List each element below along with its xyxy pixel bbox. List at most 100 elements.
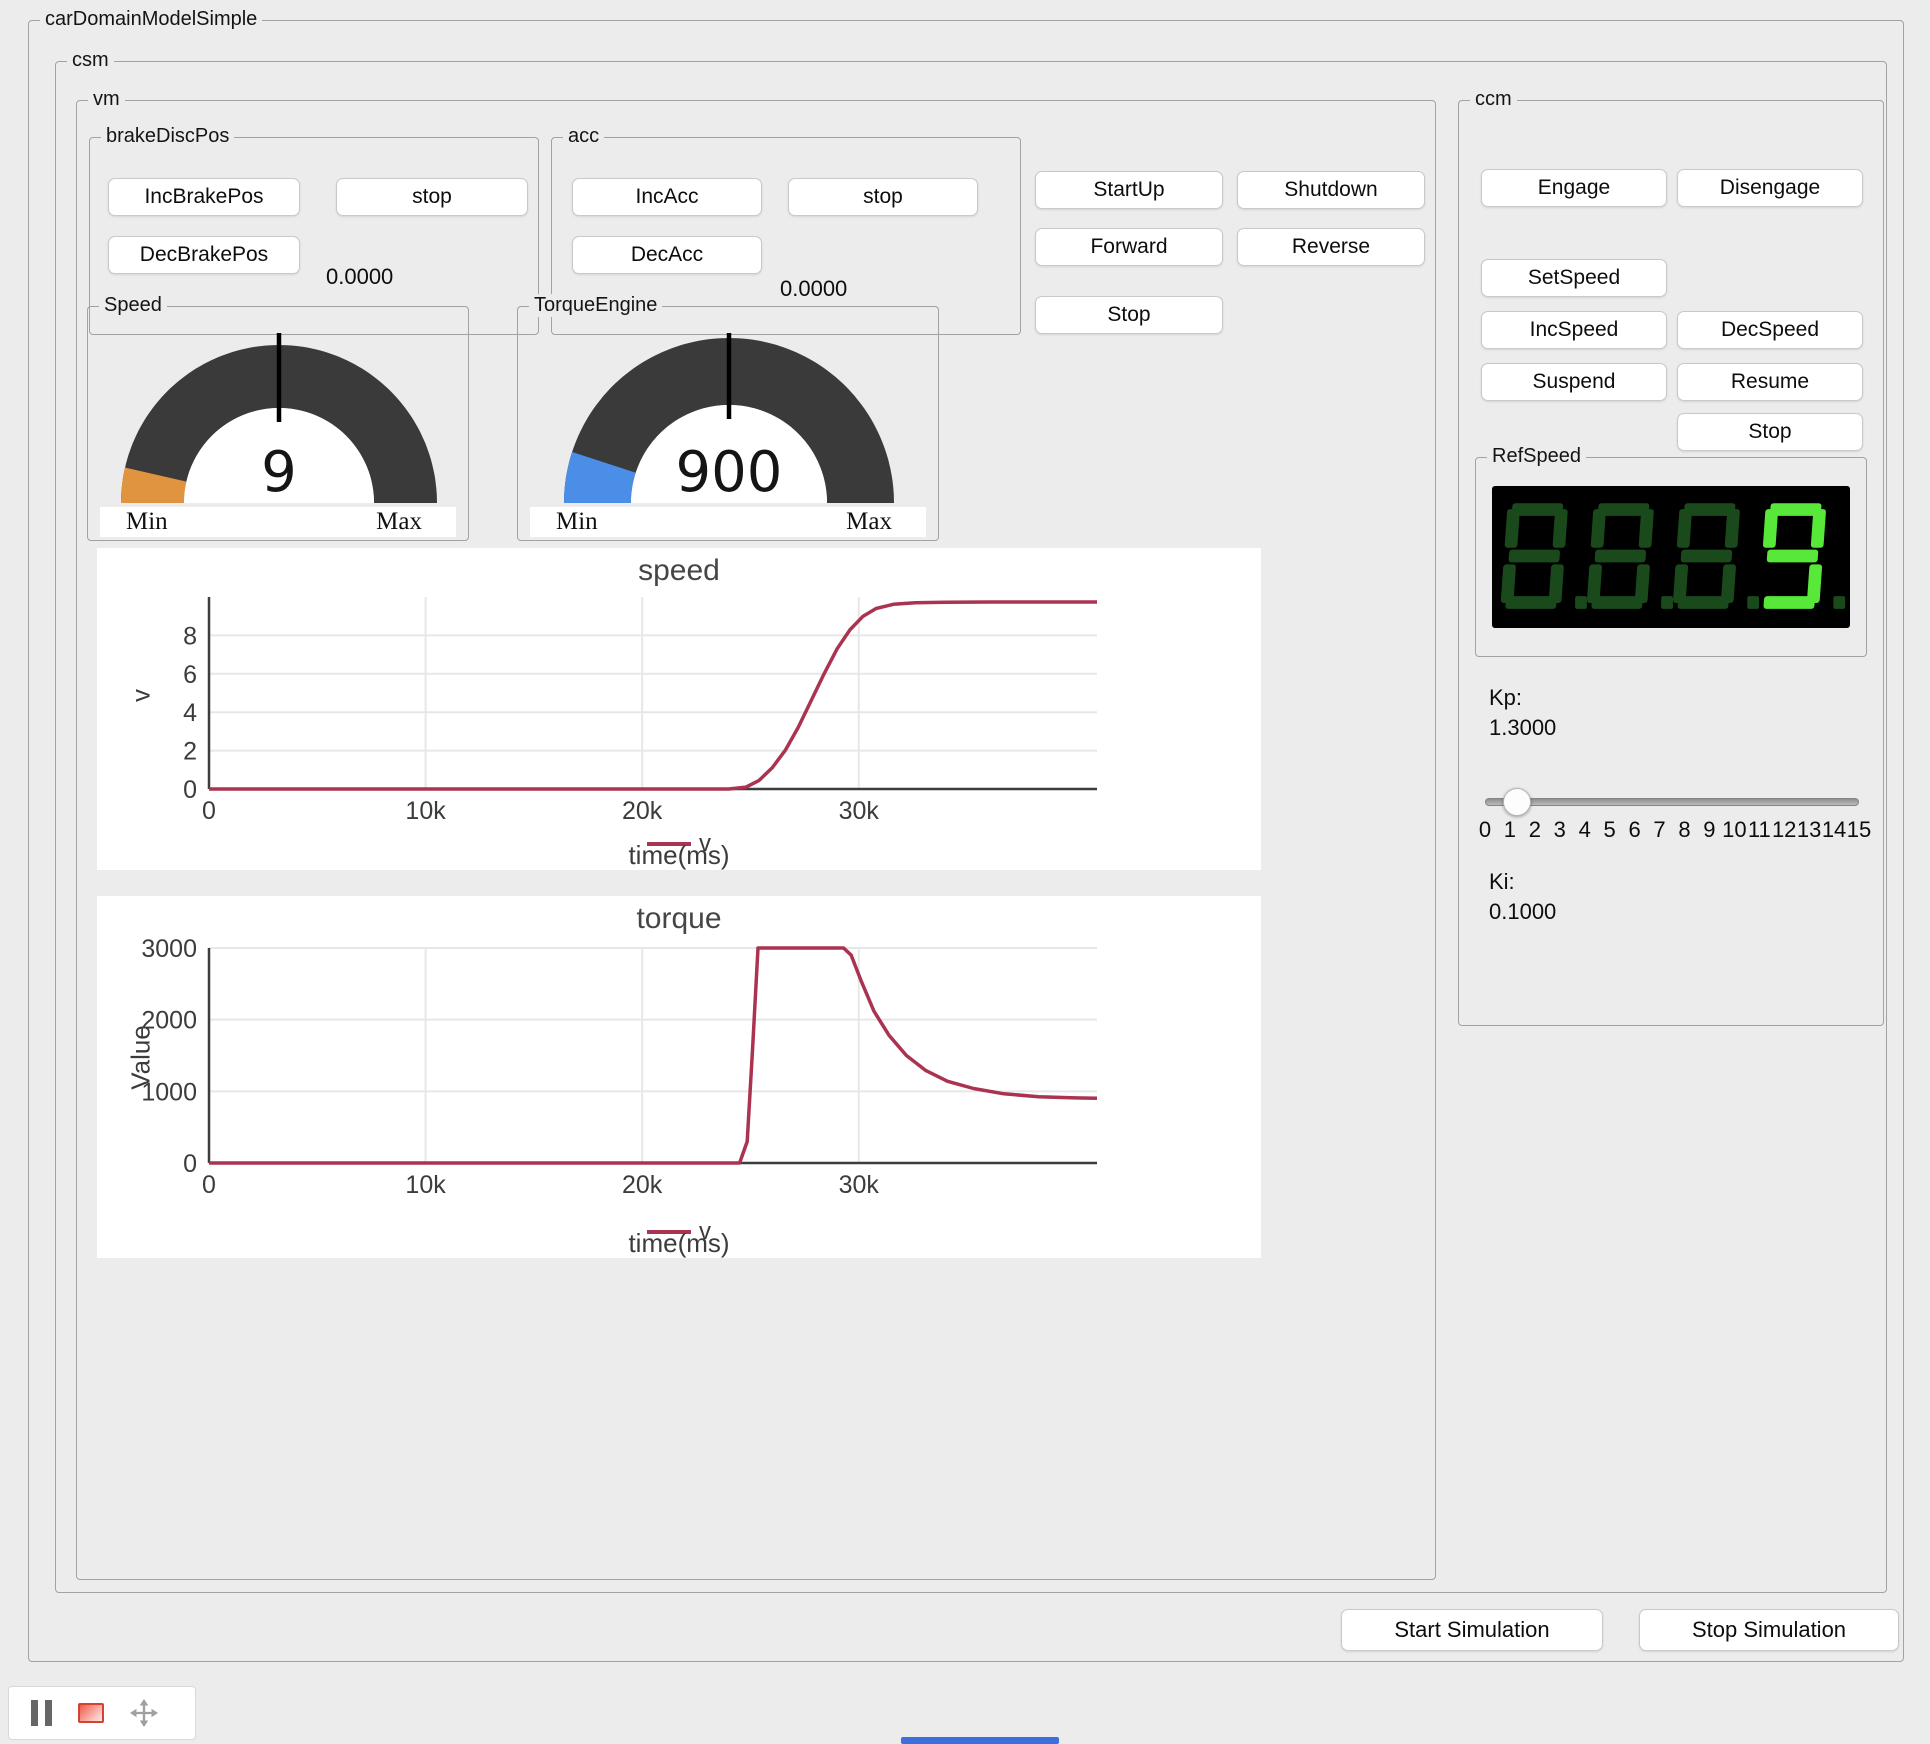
slider-tick-label: 12 bbox=[1772, 817, 1796, 843]
svg-text:900: 900 bbox=[676, 440, 783, 505]
refspeed-seven-segment bbox=[1492, 486, 1850, 628]
svg-text:0: 0 bbox=[183, 1150, 197, 1178]
svg-text:9: 9 bbox=[261, 440, 297, 505]
incspeed-button[interactable]: IncSpeed bbox=[1481, 311, 1667, 349]
bottom-toolbar bbox=[8, 1686, 196, 1740]
group-car-domain-model-simple: carDomainModelSimple csm vm brakeDiscPos… bbox=[28, 20, 1904, 1662]
torque-gauge-label: TorqueEngine bbox=[529, 294, 662, 317]
kp-slider-ticks: 0123456789101112131415 bbox=[1485, 817, 1859, 843]
record-icon[interactable] bbox=[78, 1703, 104, 1723]
torque-gauge-min-label: Min bbox=[556, 508, 598, 536]
svg-text:2000: 2000 bbox=[141, 1007, 197, 1035]
svg-text:8: 8 bbox=[183, 622, 197, 650]
ki-label: Ki: bbox=[1489, 869, 1515, 895]
speed-gauge-dial: 9 bbox=[88, 333, 470, 505]
slider-tick-label: 11 bbox=[1748, 817, 1771, 843]
svg-text:20k: 20k bbox=[622, 1171, 663, 1199]
svg-text:6: 6 bbox=[183, 661, 197, 689]
slider-tick-label: 1 bbox=[1504, 817, 1516, 843]
pause-icon[interactable] bbox=[31, 1700, 52, 1726]
svg-text:10k: 10k bbox=[405, 1171, 446, 1199]
group-torque-gauge: TorqueEngine 900 Min Max bbox=[517, 306, 939, 541]
slider-tick-label: 4 bbox=[1579, 817, 1591, 843]
reverse-button[interactable]: Reverse bbox=[1237, 228, 1425, 266]
dec-brake-pos-button[interactable]: DecBrakePos bbox=[108, 236, 300, 274]
group-speed-gauge: Speed 9 Min Max bbox=[87, 306, 469, 541]
ki-value: 0.1000 bbox=[1489, 899, 1556, 925]
svg-text:0: 0 bbox=[183, 776, 197, 804]
kp-value: 1.3000 bbox=[1489, 715, 1556, 741]
vm-stop-button[interactable]: Stop bbox=[1035, 296, 1223, 334]
acc-value: 0.0000 bbox=[780, 276, 847, 302]
svg-text:3000: 3000 bbox=[141, 935, 197, 963]
slider-tick-label: 0 bbox=[1479, 817, 1491, 843]
vm-label: vm bbox=[88, 88, 125, 111]
group-ccm: ccm Engage Disengage SetSpeed IncSpeed D… bbox=[1458, 100, 1884, 1026]
torque-chart-panel: torque Value 0100020003000010k20k30k v t… bbox=[97, 896, 1261, 1258]
brake-pos-value: 0.0000 bbox=[326, 264, 393, 290]
inc-acc-button[interactable]: IncAcc bbox=[572, 178, 762, 216]
speed-gauge-label: Speed bbox=[99, 294, 167, 317]
acc-label: acc bbox=[563, 125, 604, 148]
slider-tick-label: 13 bbox=[1797, 817, 1821, 843]
start-simulation-button[interactable]: Start Simulation bbox=[1341, 1609, 1603, 1651]
disengage-button[interactable]: Disengage bbox=[1677, 169, 1863, 207]
slider-tick-label: 10 bbox=[1722, 817, 1746, 843]
speed-gauge-scale-strip: Min Max bbox=[100, 507, 456, 537]
svg-text:10k: 10k bbox=[405, 797, 446, 825]
kp-slider[interactable] bbox=[1485, 787, 1859, 817]
brake-label: brakeDiscPos bbox=[101, 125, 234, 148]
slider-tick-label: 3 bbox=[1554, 817, 1566, 843]
window-title: carDomainModelSimple bbox=[40, 8, 262, 31]
group-vm: vm brakeDiscPos IncBrakePos stop DecBrak… bbox=[76, 100, 1436, 1580]
svg-text:30k: 30k bbox=[839, 797, 880, 825]
suspend-button[interactable]: Suspend bbox=[1481, 363, 1667, 401]
slider-tick-label: 2 bbox=[1529, 817, 1541, 843]
slider-tick-label: 14 bbox=[1822, 817, 1846, 843]
startup-button[interactable]: StartUp bbox=[1035, 171, 1223, 209]
speed-chart-xlabel: time(ms) bbox=[97, 840, 1261, 871]
stop-simulation-button[interactable]: Stop Simulation bbox=[1639, 1609, 1899, 1651]
engage-button[interactable]: Engage bbox=[1481, 169, 1667, 207]
svg-text:4: 4 bbox=[183, 699, 197, 727]
inc-brake-pos-button[interactable]: IncBrakePos bbox=[108, 178, 300, 216]
torque-chart-plot: 0 1000 2000 3000 0 10k 20k 30k bbox=[97, 896, 1261, 1199]
ccm-stop-button[interactable]: Stop bbox=[1677, 413, 1863, 451]
dec-acc-button[interactable]: DecAcc bbox=[572, 236, 762, 274]
move-icon[interactable] bbox=[130, 1699, 158, 1727]
torque-gauge-max-label: Max bbox=[846, 508, 892, 536]
kp-slider-groove[interactable] bbox=[1485, 798, 1859, 806]
torque-gauge-dial: 900 bbox=[518, 333, 940, 505]
group-csm: csm vm brakeDiscPos IncBrakePos stop Dec… bbox=[55, 61, 1887, 1593]
refspeed-label: RefSpeed bbox=[1487, 445, 1586, 468]
group-refspeed: RefSpeed bbox=[1475, 457, 1867, 657]
kp-slider-handle[interactable] bbox=[1503, 788, 1531, 816]
slider-tick-label: 8 bbox=[1678, 817, 1690, 843]
torque-chart-xlabel: time(ms) bbox=[97, 1228, 1261, 1259]
torque-gauge-scale-strip: Min Max bbox=[530, 507, 926, 537]
svg-text:0: 0 bbox=[202, 797, 216, 825]
svg-text:0: 0 bbox=[202, 1171, 216, 1199]
csm-label: csm bbox=[67, 49, 114, 72]
speed-gauge-min-label: Min bbox=[126, 508, 168, 536]
brake-stop-button[interactable]: stop bbox=[336, 178, 528, 216]
svg-text:2: 2 bbox=[183, 738, 197, 766]
slider-tick-label: 15 bbox=[1847, 817, 1871, 843]
acc-stop-button[interactable]: stop bbox=[788, 178, 978, 216]
speed-gauge-max-label: Max bbox=[376, 508, 422, 536]
slider-tick-label: 6 bbox=[1628, 817, 1640, 843]
setspeed-button[interactable]: SetSpeed bbox=[1481, 259, 1667, 297]
slider-tick-label: 5 bbox=[1604, 817, 1616, 843]
dock-accent bbox=[901, 1737, 1059, 1744]
svg-text:30k: 30k bbox=[839, 1171, 880, 1199]
slider-tick-label: 9 bbox=[1703, 817, 1715, 843]
speed-chart-plot: 0 2 4 6 8 0 10k 20k 30k bbox=[97, 548, 1261, 825]
shutdown-button[interactable]: Shutdown bbox=[1237, 171, 1425, 209]
resume-button[interactable]: Resume bbox=[1677, 363, 1863, 401]
svg-text:1000: 1000 bbox=[141, 1078, 197, 1106]
speed-chart-panel: speed v 02468010k20k30k v time(ms) bbox=[97, 548, 1261, 870]
decspeed-button[interactable]: DecSpeed bbox=[1677, 311, 1863, 349]
svg-text:20k: 20k bbox=[622, 797, 663, 825]
ccm-label: ccm bbox=[1470, 88, 1517, 111]
forward-button[interactable]: Forward bbox=[1035, 228, 1223, 266]
